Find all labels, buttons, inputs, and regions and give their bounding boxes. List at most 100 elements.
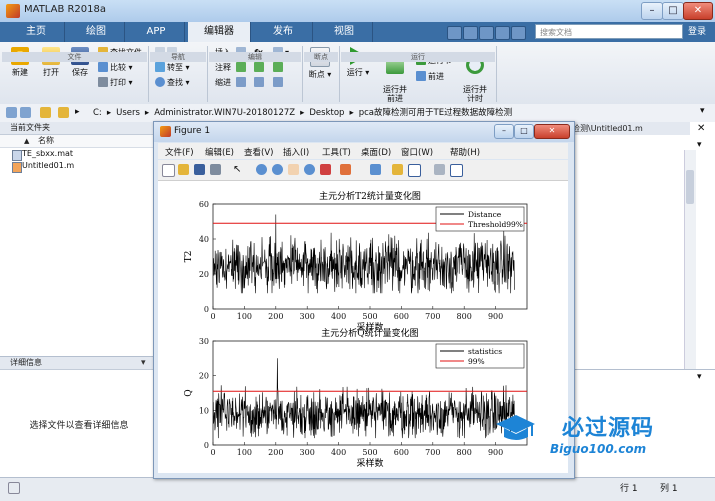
copy-quick-icon[interactable]: [479, 26, 494, 40]
print-button[interactable]: 打印 ▾: [98, 76, 133, 89]
decrease-indent-icon: [273, 77, 283, 87]
tab-1[interactable]: 绘图: [68, 22, 125, 42]
file-list-item[interactable]: Untitled01.m: [0, 160, 158, 173]
compare-button[interactable]: 比较 ▾: [98, 61, 133, 74]
save-quick-icon[interactable]: [447, 26, 462, 40]
rotate-3d-icon[interactable]: [304, 164, 315, 175]
hide-plot-tools-icon[interactable]: [434, 164, 445, 175]
minimize-button[interactable]: –: [641, 2, 663, 20]
close-button[interactable]: ✕: [683, 2, 713, 20]
undo-quick-icon[interactable]: [495, 26, 510, 40]
tab-4[interactable]: 发布: [254, 22, 313, 42]
comment-percent-button[interactable]: [236, 61, 248, 74]
workspace-collapse-icon[interactable]: ▾: [697, 372, 702, 382]
path-segment[interactable]: Desktop: [309, 108, 344, 118]
figure-menu-item[interactable]: 查看(V): [244, 146, 273, 158]
x-tick-label: 200: [268, 312, 283, 321]
figure-close-button[interactable]: ✕: [534, 124, 570, 139]
editor-file-tab[interactable]: 检测\Untitled01.m: [570, 122, 690, 135]
back-arrow-icon[interactable]: [6, 107, 17, 118]
path-segment[interactable]: pca故障检测可用于TE过程数据故障检测: [359, 108, 512, 118]
figure-menu-item[interactable]: 工具(T): [322, 146, 351, 158]
goto-button[interactable]: 转至 ▾: [155, 61, 190, 74]
path-segment[interactable]: Users: [116, 108, 140, 118]
new-figure-icon[interactable]: [162, 164, 175, 177]
up-folder-icon[interactable]: [40, 107, 51, 118]
maximize-button[interactable]: □: [662, 2, 684, 20]
figure-minimize-button[interactable]: –: [494, 124, 514, 139]
comment-button[interactable]: 注释: [215, 61, 231, 74]
indent-button[interactable]: 缩进: [215, 76, 231, 89]
path-segment[interactable]: Administrator.WIN7U-20180127Z: [154, 108, 295, 118]
advance-button[interactable]: 前进: [416, 70, 444, 83]
decrease-indent-button[interactable]: [273, 76, 285, 89]
window-titlebar: [0, 0, 715, 23]
cut-quick-icon[interactable]: [463, 26, 478, 40]
figure-menu-item[interactable]: 编辑(E): [205, 146, 234, 158]
path-separator-icon[interactable]: ▸: [300, 108, 304, 118]
edit-plot-icon[interactable]: ↖: [233, 164, 244, 175]
x-tick-label: 400: [331, 448, 346, 457]
printer-icon: [98, 77, 108, 87]
search-documentation-input[interactable]: 搜索文档: [535, 24, 683, 39]
tab-3[interactable]: 编辑器: [188, 22, 251, 42]
x-tick-label: 700: [425, 312, 440, 321]
figure-menu-item[interactable]: 桌面(D): [361, 146, 391, 158]
chart-title: 主元分析Q统计量变化图: [321, 327, 418, 339]
x-axis-label: 采样数: [356, 457, 383, 469]
tab-5[interactable]: 视图: [316, 22, 373, 42]
uncomment-button[interactable]: [254, 61, 266, 74]
path-segment[interactable]: C:: [93, 108, 102, 118]
current-folder-path[interactable]: C: ▸ Users ▸ Administrator.WIN7U-20180127Z ▸ D…: [93, 104, 517, 122]
figure-maximize-button[interactable]: □: [514, 124, 534, 139]
path-separator-icon[interactable]: ▸: [107, 108, 111, 118]
path-dropdown-icon[interactable]: ▾: [700, 106, 705, 116]
editor-scroll-thumb[interactable]: [686, 170, 694, 204]
colorbar-icon[interactable]: [392, 164, 403, 175]
link-plot-icon[interactable]: [370, 164, 381, 175]
x-tick-label: 800: [457, 312, 472, 321]
editor-close-icon[interactable]: ✕: [697, 123, 705, 134]
smart-indent-button[interactable]: [236, 76, 248, 89]
figure-menu-item[interactable]: 文件(F): [165, 146, 194, 158]
figure-menu-item[interactable]: 窗口(W): [401, 146, 433, 158]
help-quick-icon[interactable]: [511, 26, 526, 40]
data-cursor-icon[interactable]: [320, 164, 331, 175]
path-separator-icon[interactable]: ▸: [145, 108, 149, 118]
smart-indent-icon: [236, 77, 246, 87]
save-figure-icon[interactable]: [194, 164, 205, 175]
y-tick-label: 40: [199, 235, 209, 244]
increase-indent-button[interactable]: [254, 76, 266, 89]
run-group-label: 运行: [341, 52, 495, 62]
figure-menu-item[interactable]: 帮助(H): [450, 146, 480, 158]
x-tick-label: 600: [394, 448, 409, 457]
figure-menu-item[interactable]: 插入(I): [283, 146, 309, 158]
file-list-item[interactable]: TE_sbxx.mat: [0, 148, 158, 161]
forward-arrow-icon[interactable]: [20, 107, 31, 118]
tab-0[interactable]: 主页: [8, 22, 65, 42]
browse-folder-icon[interactable]: [58, 107, 69, 118]
details-collapse-icon[interactable]: ▾: [141, 358, 146, 368]
details-message: 选择文件以查看详细信息: [29, 421, 129, 431]
signin-link[interactable]: 登录: [682, 22, 712, 42]
x-tick-label: 500: [362, 312, 377, 321]
legend-icon[interactable]: [408, 164, 421, 177]
open-file-icon[interactable]: [178, 164, 189, 175]
uncomment-icon: [254, 62, 264, 72]
zoom-in-icon[interactable]: [256, 164, 267, 175]
pan-hand-icon[interactable]: [288, 164, 299, 175]
find-button[interactable]: 查找 ▾: [155, 76, 190, 89]
zoom-out-icon[interactable]: [272, 164, 283, 175]
path-separator-icon[interactable]: ▸: [349, 108, 353, 118]
path-chevron-icon[interactable]: ▸: [75, 107, 80, 117]
status-tiles-icon[interactable]: [8, 482, 20, 494]
tab-2[interactable]: APP: [128, 22, 185, 42]
find-label: 查找: [167, 78, 183, 87]
wrap-comment-button[interactable]: [273, 61, 285, 74]
print-figure-icon[interactable]: [210, 164, 221, 175]
brush-icon[interactable]: [340, 164, 351, 175]
show-plot-tools-icon[interactable]: [450, 164, 463, 177]
editor-menu-icon[interactable]: ▾: [697, 140, 702, 150]
nav-group-label: 导航: [150, 52, 206, 62]
name-column-header[interactable]: ▲ 名称: [0, 135, 158, 148]
